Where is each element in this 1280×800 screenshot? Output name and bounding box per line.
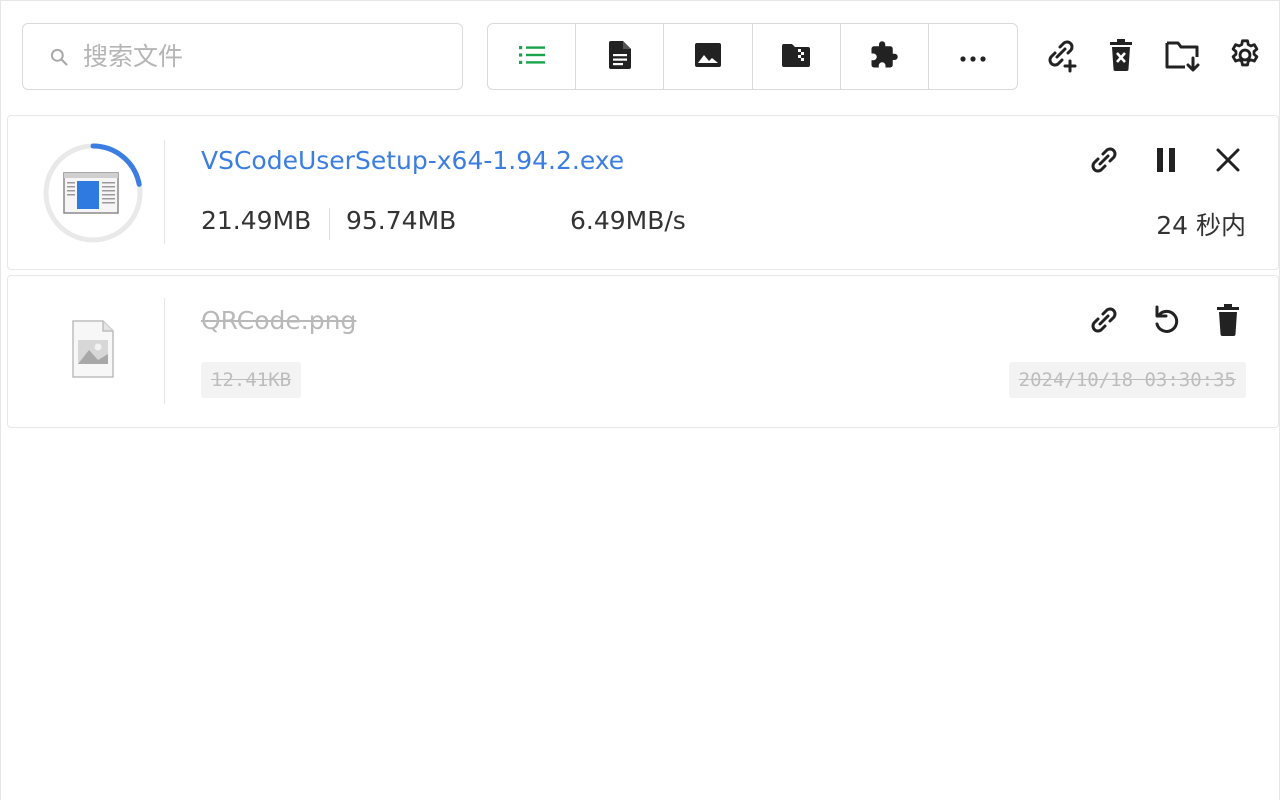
- archive-icon: [781, 42, 811, 72]
- time-remaining: 24 秒内: [1156, 211, 1246, 240]
- retry-button[interactable]: [1148, 304, 1184, 340]
- link-icon: [1088, 304, 1120, 340]
- download-item-active[interactable]: VSCodeUserSetup-x64-1.94.2.exe 21.49MB 9…: [7, 115, 1279, 270]
- image-file-icon: [71, 320, 115, 382]
- filter-all[interactable]: [488, 24, 577, 89]
- copy-link-button[interactable]: [1086, 304, 1122, 340]
- close-icon: [1215, 147, 1241, 177]
- copy-link-button[interactable]: [1086, 144, 1122, 180]
- progress-ring: [38, 138, 148, 248]
- folder-download-button[interactable]: [1165, 37, 1201, 77]
- divider: [164, 298, 165, 404]
- filter-images[interactable]: [664, 24, 753, 89]
- download-item-completed[interactable]: QRCode.png 12.41KB 2024/10/18 03:30:35: [7, 275, 1279, 428]
- extension-icon: [869, 40, 899, 74]
- filter-documents[interactable]: [576, 24, 665, 89]
- image-icon: [694, 42, 722, 72]
- file-type-filters: [487, 23, 1018, 90]
- delete-button[interactable]: [1210, 304, 1246, 340]
- settings-button[interactable]: [1227, 37, 1263, 77]
- divider: [164, 140, 165, 244]
- pause-icon: [1155, 147, 1177, 177]
- clear-trash-icon: [1108, 39, 1134, 75]
- file-name[interactable]: VSCodeUserSetup-x64-1.94.2.exe: [201, 146, 624, 175]
- filter-extensions[interactable]: [841, 24, 929, 89]
- downloaded-size: 21.49MB: [201, 206, 312, 235]
- all-icon: [518, 43, 546, 71]
- item-actions: [1086, 304, 1246, 340]
- folder-download-icon: [1165, 38, 1201, 76]
- filter-archives[interactable]: [753, 24, 841, 89]
- cancel-button[interactable]: [1210, 144, 1246, 180]
- clear-trash-button[interactable]: [1103, 37, 1139, 77]
- more-icon: [960, 47, 986, 66]
- search-input[interactable]: [83, 42, 443, 71]
- delete-icon: [1216, 304, 1240, 340]
- search-icon: [49, 46, 71, 68]
- filter-more[interactable]: [929, 24, 1017, 89]
- item-actions: [1086, 144, 1246, 180]
- size-separator: [329, 208, 330, 240]
- exe-file-icon: [63, 172, 119, 218]
- add-link-button[interactable]: [1043, 37, 1079, 77]
- settings-icon: [1228, 38, 1262, 76]
- retry-icon: [1151, 304, 1181, 340]
- search-box[interactable]: [22, 23, 463, 90]
- app-window: VSCodeUserSetup-x64-1.94.2.exe 21.49MB 9…: [0, 0, 1280, 800]
- link-icon: [1088, 144, 1120, 180]
- download-speed: 6.49MB/s: [570, 206, 686, 235]
- file-size-tag: 12.41KB: [201, 362, 302, 398]
- document-icon: [608, 40, 632, 74]
- pause-button[interactable]: [1148, 144, 1184, 180]
- file-thumbnail: [38, 296, 148, 406]
- timestamp-tag: 2024/10/18 03:30:35: [1008, 362, 1246, 398]
- total-size: 95.74MB: [346, 206, 457, 235]
- file-name[interactable]: QRCode.png: [201, 306, 356, 335]
- add-link-icon: [1043, 37, 1079, 77]
